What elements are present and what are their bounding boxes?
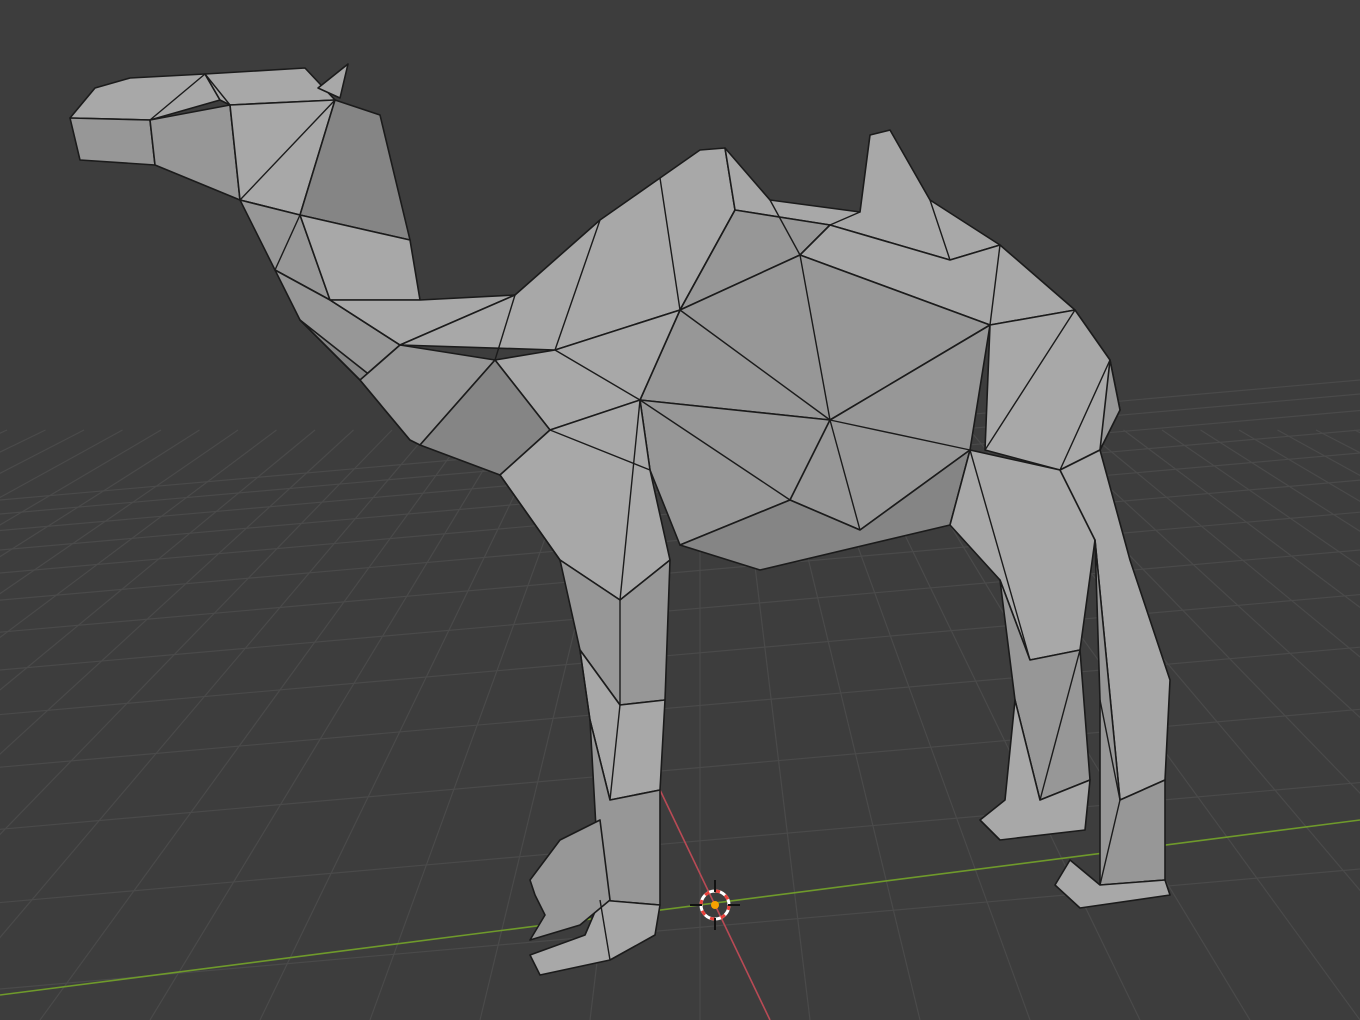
3d-cursor-icon[interactable] (690, 880, 740, 930)
grid-line (0, 429, 354, 755)
grid-line (0, 429, 431, 939)
grid-line (149, 429, 509, 1020)
grid-line (39, 429, 470, 1020)
grid-line (0, 429, 316, 691)
viewport-canvas[interactable] (0, 0, 1360, 1020)
grid-line (1354, 429, 1360, 434)
grid-line (259, 429, 547, 1020)
grid-line (1238, 429, 1360, 503)
grid-line (0, 429, 8, 434)
grid-line (0, 429, 393, 836)
camel-mesh[interactable] (69, 63, 1171, 976)
grid-line (0, 429, 46, 453)
mesh-face (149, 104, 241, 201)
grid-line (0, 429, 200, 558)
grid-line (0, 429, 239, 595)
grid-line (0, 429, 85, 474)
3d-viewport[interactable] (0, 0, 1360, 1020)
grid-line (1315, 429, 1360, 454)
mesh-face (204, 67, 336, 106)
origin-marker (711, 901, 719, 909)
mesh-face (69, 117, 156, 166)
grid-line (1200, 429, 1360, 532)
